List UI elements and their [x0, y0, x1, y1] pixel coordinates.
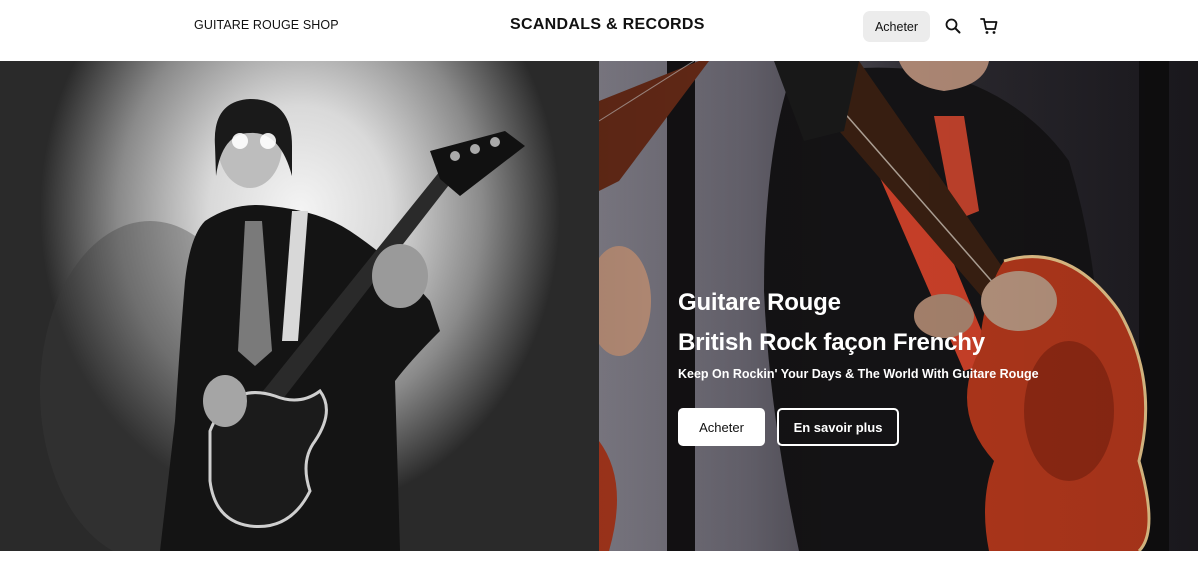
hero-left-image — [0, 61, 599, 551]
hero-subtitle: Keep On Rockin' Your Days & The World Wi… — [678, 367, 1039, 381]
hero-buttons: Acheter En savoir plus — [678, 408, 899, 446]
hero-buy-button[interactable]: Acheter — [678, 408, 765, 446]
header-buy-button[interactable]: Acheter — [863, 11, 930, 42]
hero-title-line-1: Guitare Rouge — [678, 289, 841, 316]
shop-link[interactable]: GUITARE ROUGE SHOP — [194, 18, 339, 32]
hero-text-block: Guitare Rouge British Rock façon Frenchy… — [678, 286, 1039, 381]
site-title[interactable]: SCANDALS & RECORDS — [510, 16, 705, 34]
hero-title-line-2: British Rock façon Frenchy — [678, 329, 985, 356]
search-icon[interactable] — [942, 15, 964, 37]
guitarist-bw-illustration — [40, 99, 525, 551]
hero-banner: Guitare Rouge British Rock façon Frenchy… — [0, 61, 1198, 551]
learn-more-button[interactable]: En savoir plus — [777, 408, 899, 446]
cart-icon[interactable] — [978, 15, 1000, 37]
site-header: GUITARE ROUGE SHOP SCANDALS & RECORDS Ac… — [0, 0, 1198, 61]
